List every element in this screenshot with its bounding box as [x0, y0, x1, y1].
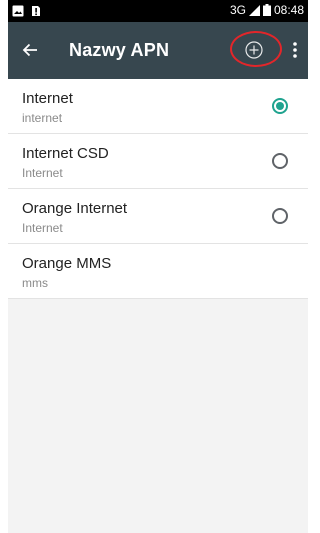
- apn-name: Orange Internet: [22, 200, 128, 217]
- apn-list-item[interactable]: Orange MMS mms: [8, 244, 308, 299]
- apn-name: Orange MMS: [22, 255, 112, 272]
- add-apn-highlight: [230, 31, 286, 69]
- phone-screen: 3G 08:48 Nazwy APN Internet internet Inter…: [8, 0, 308, 533]
- radio-unselected[interactable]: [272, 153, 288, 169]
- alert-notification-icon: [30, 4, 42, 16]
- apn-list-item[interactable]: Internet internet: [8, 79, 308, 134]
- network-type: 3G: [229, 3, 246, 17]
- page-title: Nazwy APN: [69, 40, 170, 60]
- apn-name: Internet CSD: [22, 145, 109, 162]
- apn-list-item[interactable]: Orange Internet Internet: [8, 189, 308, 244]
- apn-value: Internet: [22, 221, 63, 235]
- apn-value: internet: [22, 111, 63, 125]
- clock: 08:48: [273, 3, 304, 17]
- signal-icon: [248, 4, 260, 16]
- notification-icons: [12, 4, 42, 17]
- image-notification-icon: [12, 4, 24, 17]
- back-arrow-icon[interactable]: [18, 38, 42, 62]
- apn-value: Internet: [22, 166, 63, 180]
- overflow-menu-icon[interactable]: [286, 38, 304, 62]
- add-circle-icon[interactable]: [242, 38, 266, 62]
- radio-unselected[interactable]: [272, 208, 288, 224]
- status-bar: 3G 08:48: [8, 0, 308, 22]
- radio-selected[interactable]: [272, 98, 288, 114]
- app-toolbar: Nazwy APN: [8, 22, 308, 79]
- apn-list: Internet internet Internet CSD Internet Oran…: [8, 79, 308, 299]
- apn-list-item[interactable]: Internet CSD Internet: [8, 134, 308, 189]
- status-indicators: 3G 08:48: [230, 3, 304, 17]
- apn-value: mms: [22, 276, 48, 290]
- battery-icon: [262, 4, 271, 16]
- apn-name: Internet: [22, 90, 73, 107]
